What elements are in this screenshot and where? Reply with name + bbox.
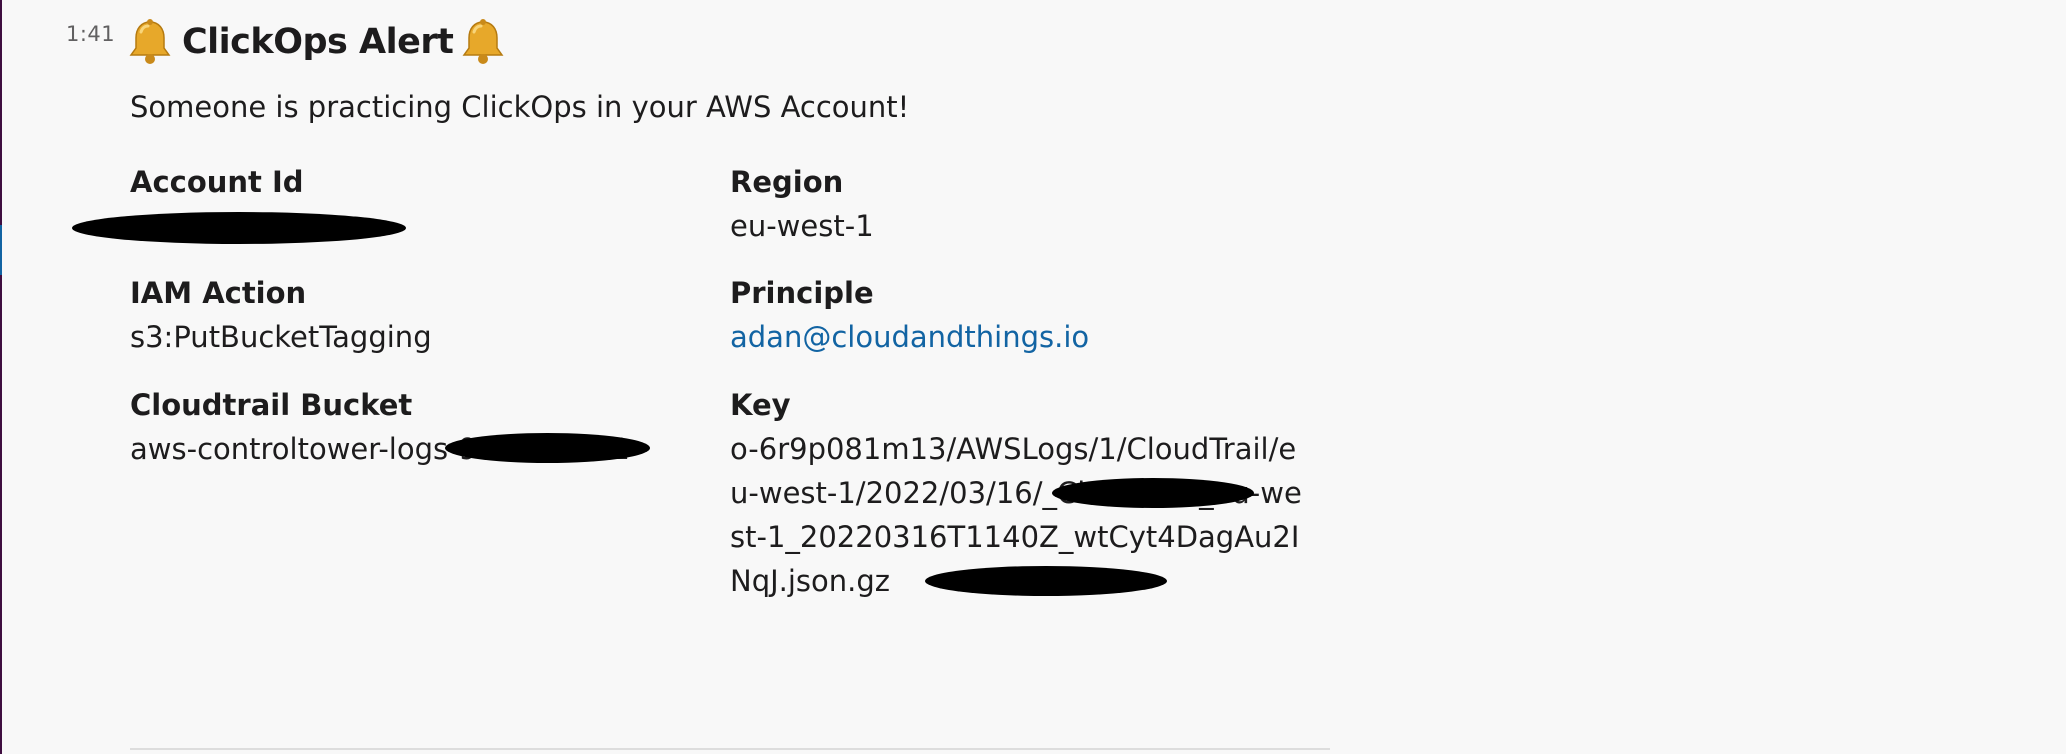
- bell-icon: [461, 18, 505, 66]
- bell-icon: [128, 18, 172, 66]
- field-label: Account Id: [130, 165, 304, 199]
- redaction-mark: [925, 566, 1167, 596]
- redaction-mark: [1052, 478, 1254, 508]
- alert-intro-text: Someone is practicing ClickOps in your A…: [130, 90, 910, 124]
- message-divider: [130, 748, 1330, 750]
- message-header: ClickOps Alert: [128, 14, 505, 70]
- field-iam-action: IAM Action s3:PutBucketTagging: [130, 271, 710, 359]
- field-label: IAM Action: [130, 276, 307, 310]
- field-principle: Principle adan@cloudandthings.io: [730, 271, 1310, 359]
- field-label: Cloudtrail Bucket: [130, 388, 413, 422]
- field-value: s3:PutBucketTagging: [130, 320, 432, 354]
- field-region: Region eu-west-1: [730, 160, 1310, 248]
- redaction-mark: [72, 212, 406, 244]
- principle-email-link[interactable]: adan@cloudandthings.io: [730, 315, 1310, 359]
- field-label: Principle: [730, 276, 874, 310]
- redaction-mark: [445, 433, 650, 463]
- field-label: Region: [730, 165, 844, 199]
- alert-message: 1:41 ClickOps Alert Someone is practicin…: [0, 0, 2066, 754]
- alert-title: ClickOps Alert: [182, 22, 454, 62]
- field-value: eu-west-1: [730, 209, 874, 243]
- field-label: Key: [730, 388, 791, 422]
- message-timestamp[interactable]: 1:41: [66, 22, 115, 46]
